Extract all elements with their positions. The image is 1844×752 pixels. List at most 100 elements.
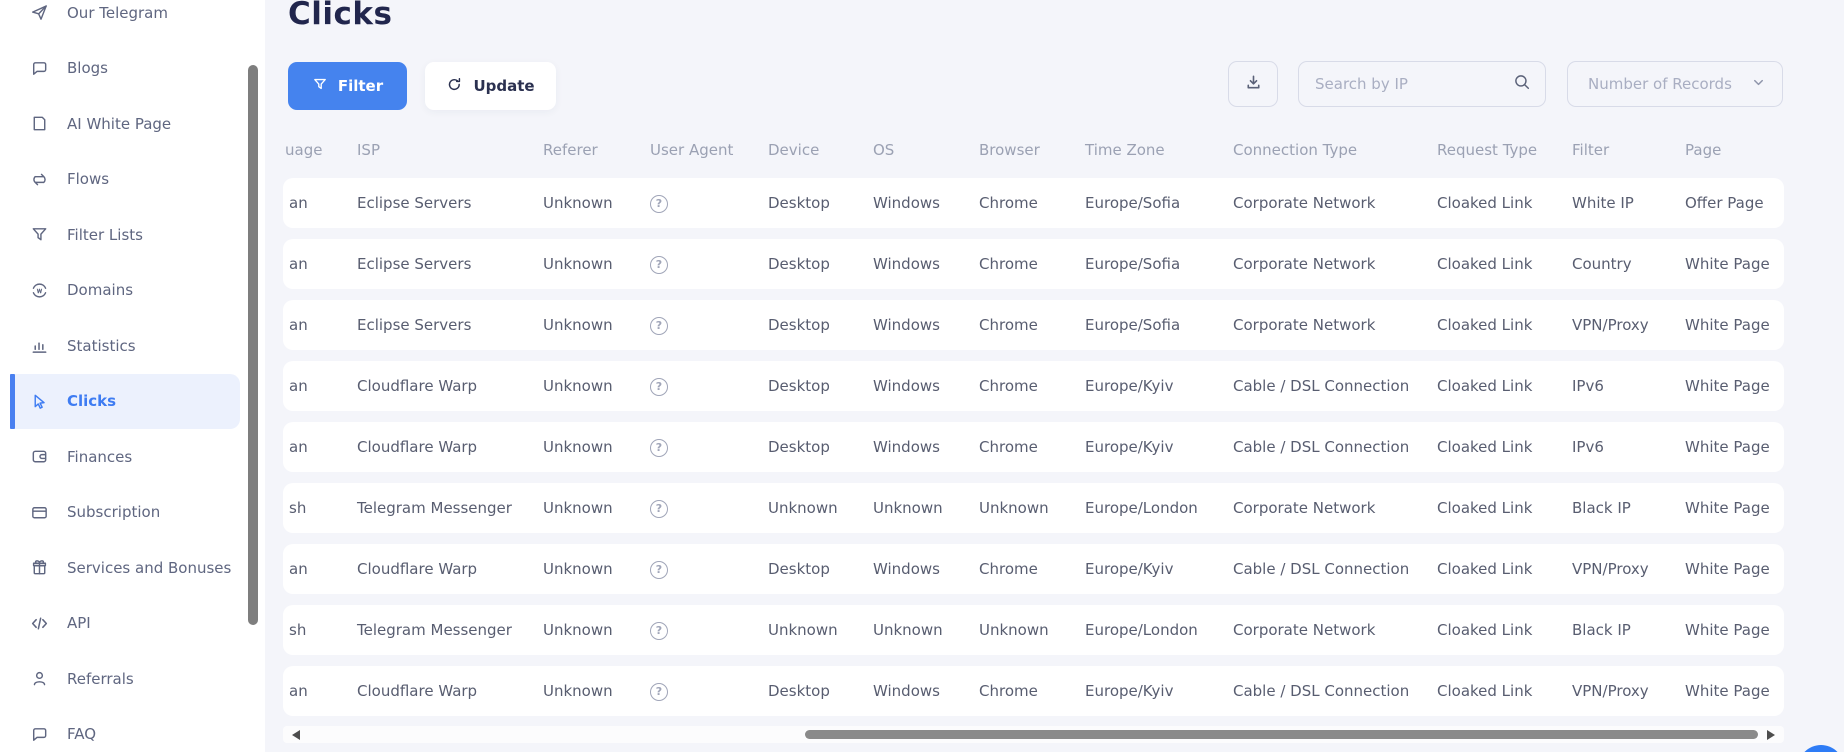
horizontal-scrollbar[interactable] [283, 726, 1784, 743]
sidebar-item-statistics[interactable]: Statistics [10, 318, 240, 374]
download-icon [1244, 73, 1263, 96]
funnel-icon [30, 225, 49, 244]
sidebar-item-ai-white-page[interactable]: AI White Page [10, 96, 240, 152]
question-mark-icon[interactable]: ? [650, 499, 668, 518]
sidebar-item-subscription[interactable]: Subscription [10, 485, 240, 541]
column-header-device: Device [768, 141, 820, 159]
cell-device: Desktop [768, 438, 830, 456]
sidebar-scrollbar[interactable] [248, 65, 258, 625]
scrollbar-thumb[interactable] [805, 730, 1758, 739]
cell-time_zone: Europe/Kyiv [1085, 682, 1174, 700]
cursor-icon [30, 392, 49, 411]
question-mark-icon[interactable]: ? [650, 255, 668, 274]
cell-os: Windows [873, 255, 940, 273]
column-header-browser: Browser [979, 141, 1040, 159]
cell-page: White Page [1685, 499, 1770, 517]
cell-isp: Eclipse Servers [357, 316, 472, 334]
sidebar-item-clicks[interactable]: Clicks [10, 373, 240, 429]
update-button-label: Update [473, 77, 535, 95]
table-row[interactable]: sh Telegram Messenger Unknown? Unknown Unkno… [283, 605, 1784, 655]
cell-browser: Chrome [979, 438, 1038, 456]
cell-page: White Page [1685, 682, 1770, 700]
question-mark-icon[interactable]: ? [650, 316, 668, 335]
filter-button[interactable]: Filter [288, 62, 407, 110]
download-button[interactable] [1228, 61, 1278, 107]
table-row[interactable]: an Eclipse Servers Unknown? Desktop Windows C… [283, 239, 1784, 289]
search-icon[interactable] [1513, 73, 1531, 95]
cell-user_agent: ? [648, 193, 766, 213]
cell-filter: IPv6 [1572, 377, 1604, 395]
sidebar-item-label: Services and Bonuses [67, 558, 232, 577]
cell-connection_type: Cable / DSL Connection [1233, 682, 1410, 700]
sidebar-item-services-and-bonuses[interactable]: Services and Bonuses [10, 540, 240, 596]
question-mark-icon[interactable]: ? [650, 682, 668, 701]
cell-referer: Unknown [543, 499, 613, 517]
table-row[interactable]: an Cloudflare Warp Unknown? Desktop Windows C… [283, 361, 1784, 411]
sidebar-item-blogs[interactable]: Blogs [10, 41, 240, 97]
cell-browser: Chrome [979, 560, 1038, 578]
scroll-right-arrow[interactable] [1767, 729, 1775, 740]
update-button[interactable]: Update [425, 62, 556, 110]
cell-device: Desktop [768, 377, 830, 395]
sidebar-item-our-telegram[interactable]: Our Telegram [10, 0, 240, 41]
table-row[interactable]: an Cloudflare Warp Unknown? Desktop Windows C… [283, 422, 1784, 472]
question-mark-icon[interactable]: ? [650, 560, 668, 579]
column-header-uage: uage [285, 141, 323, 159]
scroll-left-arrow[interactable] [292, 729, 300, 740]
sidebar-item-finances[interactable]: Finances [10, 429, 240, 485]
cell-isp: Eclipse Servers [357, 194, 472, 212]
cell-request_type: Cloaked Link [1437, 621, 1533, 639]
cell-referer: Unknown [543, 560, 613, 578]
table-row[interactable]: an Eclipse Servers Unknown? Desktop Windows C… [283, 300, 1784, 350]
sidebar-item-label: Flows [67, 170, 110, 189]
cell-language: an [289, 194, 308, 212]
cell-isp: Cloudflare Warp [357, 377, 478, 395]
question-mark-icon[interactable]: ? [650, 194, 668, 213]
cell-browser: Chrome [979, 194, 1038, 212]
sidebar-item-api[interactable]: API [10, 596, 240, 652]
cell-user_agent: ? [648, 315, 766, 335]
person-icon [30, 669, 49, 688]
cell-language: an [289, 255, 308, 273]
table-row[interactable]: an Eclipse Servers Unknown? Desktop Windows C… [283, 178, 1784, 228]
sidebar-item-label: Our Telegram [67, 3, 168, 22]
page-title: Clicks [288, 0, 393, 32]
cell-language: an [289, 438, 308, 456]
cell-os: Windows [873, 560, 940, 578]
cell-filter: VPN/Proxy [1572, 316, 1649, 334]
sidebar-item-filter-lists[interactable]: Filter Lists [10, 207, 240, 263]
cell-user_agent: ? [648, 437, 766, 457]
cell-browser: Chrome [979, 316, 1038, 334]
funnel-icon [312, 76, 328, 96]
sidebar-item-faq[interactable]: FAQ [10, 707, 240, 752]
table-row[interactable]: an Cloudflare Warp Unknown? Desktop Windows C… [283, 666, 1784, 716]
sidebar-item-referrals[interactable]: Referrals [10, 651, 240, 707]
sidebar-item-domains[interactable]: w Domains [10, 263, 240, 319]
cell-browser: Chrome [979, 377, 1038, 395]
sidebar-item-label: Statistics [67, 336, 136, 355]
sidebar-item-flows[interactable]: Flows [10, 152, 240, 208]
question-mark-icon[interactable]: ? [650, 621, 668, 640]
cell-isp: Telegram Messenger [357, 621, 512, 639]
cell-device: Desktop [768, 560, 830, 578]
question-mark-icon[interactable]: ? [650, 438, 668, 457]
cell-os: Windows [873, 316, 940, 334]
cell-connection_type: Cable / DSL Connection [1233, 560, 1410, 578]
table-row[interactable]: an Cloudflare Warp Unknown? Desktop Windows C… [283, 544, 1784, 594]
cell-isp: Cloudflare Warp [357, 560, 478, 578]
code-icon [30, 614, 49, 633]
sidebar-item-label: Referrals [67, 669, 134, 688]
cell-connection_type: Corporate Network [1233, 194, 1376, 212]
search-input[interactable] [1315, 75, 1513, 93]
question-mark-icon[interactable]: ? [650, 377, 668, 396]
app-root: Our Telegram Blogs AI White Page Flows Filte… [0, 0, 1844, 752]
sidebar-item-label: Finances [67, 447, 133, 466]
cell-device: Desktop [768, 682, 830, 700]
cell-connection_type: Corporate Network [1233, 255, 1376, 273]
records-dropdown[interactable]: Number of Records [1567, 61, 1783, 107]
table-row[interactable]: sh Telegram Messenger Unknown? Unknown Unkno… [283, 483, 1784, 533]
cell-language: an [289, 316, 308, 334]
column-header-user-agent: User Agent [650, 141, 734, 159]
cell-referer: Unknown [543, 377, 613, 395]
cell-os: Windows [873, 682, 940, 700]
